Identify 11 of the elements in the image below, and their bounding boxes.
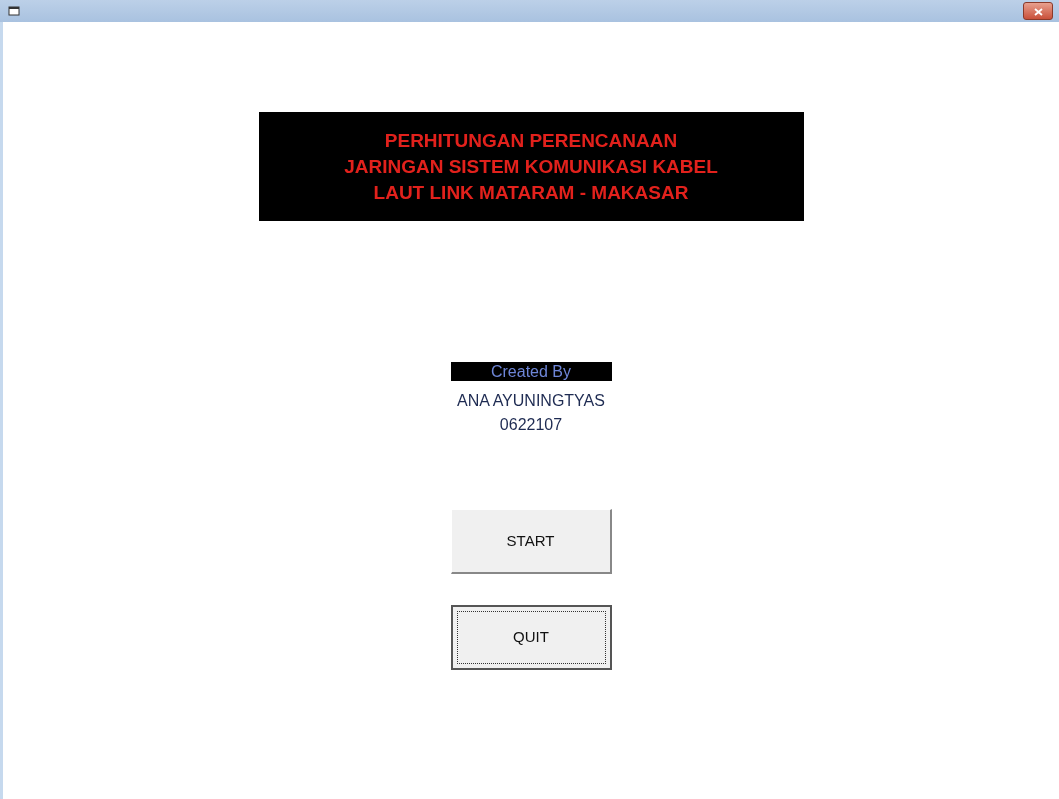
action-button[interactable]: START [450,509,612,574]
author-name: ANA AYUNINGTYAS [457,391,605,411]
window-icon [8,5,20,17]
banner-text-line: JARINGAN SISTEM KOMUNIKASI KABEL [344,154,718,179]
credits-heading: Created By [450,362,612,381]
close-icon [1033,7,1043,16]
student-id: 0622107 [499,415,563,435]
close-button[interactable] [1023,2,1053,20]
banner-text-line: PERHITUNGAN PERENCANAAN [383,128,679,153]
banner-text-line: LAUT LINK MATARAM - MAKASAR [372,180,690,205]
action-button[interactable]: QUIT [450,605,612,670]
